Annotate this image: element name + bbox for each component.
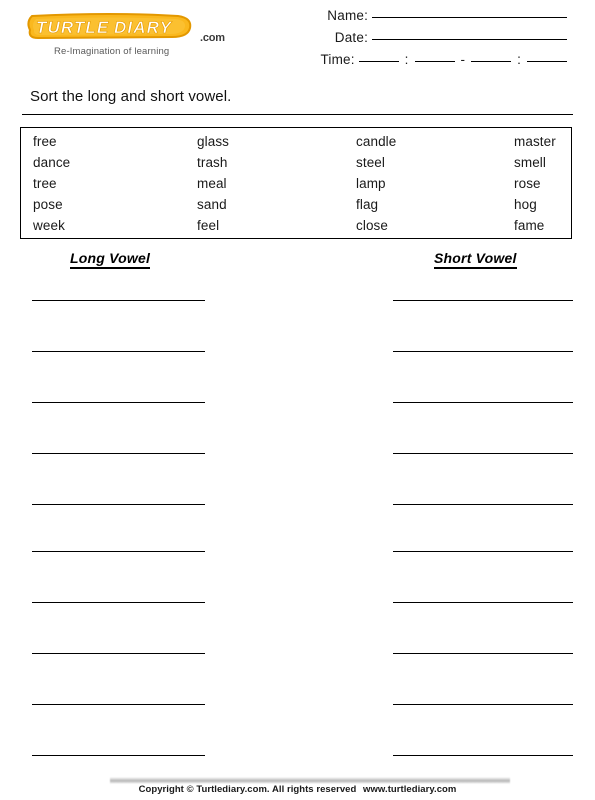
- name-label: Name:: [327, 8, 369, 23]
- word-bank-item[interactable]: master: [514, 134, 556, 149]
- long-vowel-answer-line[interactable]: [32, 453, 205, 454]
- time-separator-3: :: [517, 52, 522, 67]
- turtle-diary-logo[interactable]: TURTLE DIARY .com Re-Imagination of lear…: [22, 10, 232, 62]
- date-field-row: Date:: [267, 30, 567, 45]
- short-vowel-answer-line[interactable]: [393, 755, 573, 756]
- time-separator-2: -: [460, 52, 466, 67]
- word-bank-item[interactable]: fame: [514, 218, 544, 233]
- logo-wordmark-icon: TURTLE DIARY: [27, 13, 192, 39]
- word-bank-item[interactable]: hog: [514, 197, 537, 212]
- instruction-text: Sort the long and short vowel.: [30, 88, 232, 105]
- svg-text:TURTLE: TURTLE: [36, 18, 109, 37]
- student-info-fields: Name: Date: Time: : - :: [267, 8, 567, 74]
- long-vowel-answer-line[interactable]: [32, 602, 205, 603]
- word-bank-item[interactable]: sand: [197, 197, 227, 212]
- long-vowel-header: Long Vowel: [70, 250, 151, 269]
- time-field-row: Time: : - :: [267, 52, 567, 67]
- long-vowel-answer-line[interactable]: [32, 653, 205, 654]
- short-vowel-answer-line[interactable]: [393, 551, 573, 552]
- time-end-minute-blank[interactable]: [527, 61, 567, 62]
- word-bank-row: dance trash steel smell: [21, 155, 571, 176]
- time-label: Time:: [320, 52, 355, 67]
- short-vowel-answer-line[interactable]: [393, 351, 573, 352]
- footer-url[interactable]: www.turtlediary.com: [359, 784, 456, 795]
- word-bank-item[interactable]: tree: [33, 176, 57, 191]
- long-vowel-answer-line[interactable]: [32, 402, 205, 403]
- answer-lines-area: [0, 0, 595, 800]
- short-vowel-answer-line[interactable]: [393, 704, 573, 705]
- time-start-minute-blank[interactable]: [414, 61, 455, 62]
- word-bank-item[interactable]: rose: [514, 176, 541, 191]
- word-bank-item[interactable]: steel: [356, 155, 385, 170]
- short-vowel-answer-line[interactable]: [393, 653, 573, 654]
- long-vowel-answer-line[interactable]: [32, 504, 205, 505]
- short-vowel-answer-line[interactable]: [393, 402, 573, 403]
- word-bank-box: free glass candle master dance trash steel smel…: [20, 127, 572, 239]
- footer: Copyright © Turtlediary.com. All rights …: [0, 784, 595, 795]
- time-separator-1: :: [404, 52, 409, 67]
- word-bank-row: week feel close fame: [21, 218, 571, 239]
- word-bank-item[interactable]: feel: [197, 218, 219, 233]
- word-bank-item[interactable]: free: [33, 134, 57, 149]
- short-vowel-answer-line[interactable]: [393, 504, 573, 505]
- short-vowel-header: Short Vowel: [434, 250, 517, 269]
- svg-text:DIARY: DIARY: [114, 18, 173, 37]
- word-bank-item[interactable]: dance: [33, 155, 70, 170]
- word-bank-item[interactable]: close: [356, 218, 388, 233]
- header-divider-rule: [22, 114, 573, 115]
- long-vowel-answer-line[interactable]: [32, 755, 205, 756]
- logo-dotcom-text: .com: [200, 32, 225, 44]
- page-header: TURTLE DIARY .com Re-Imagination of lear…: [0, 0, 595, 80]
- long-vowel-answer-line[interactable]: [32, 351, 205, 352]
- name-input-blank[interactable]: [372, 17, 567, 18]
- word-bank-item[interactable]: pose: [33, 197, 63, 212]
- short-vowel-answer-line[interactable]: [393, 453, 573, 454]
- long-vowel-answer-line[interactable]: [32, 551, 205, 552]
- word-bank-item[interactable]: flag: [356, 197, 378, 212]
- word-bank-item[interactable]: lamp: [356, 176, 386, 191]
- word-bank-item[interactable]: glass: [197, 134, 229, 149]
- footer-shadow-bar: [110, 777, 510, 784]
- copyright-text: Copyright © Turtlediary.com. All rights …: [138, 784, 357, 795]
- word-bank-item[interactable]: candle: [356, 134, 396, 149]
- word-bank-grid: free glass candle master dance trash steel smel…: [21, 128, 571, 238]
- long-vowel-answer-line[interactable]: [32, 300, 205, 301]
- worksheet-page: TURTLE DIARY .com Re-Imagination of lear…: [0, 0, 595, 800]
- short-vowel-answer-line[interactable]: [393, 300, 573, 301]
- word-bank-item[interactable]: meal: [197, 176, 227, 191]
- word-bank-item[interactable]: trash: [197, 155, 228, 170]
- name-field-row: Name:: [267, 8, 567, 23]
- logo-tagline: Re-Imagination of learning: [54, 46, 170, 57]
- logo-badge: TURTLE DIARY: [22, 10, 197, 44]
- time-start-hour-blank[interactable]: [358, 61, 399, 62]
- time-end-hour-blank[interactable]: [471, 61, 512, 62]
- date-input-blank[interactable]: [372, 39, 567, 40]
- long-vowel-answer-line[interactable]: [32, 704, 205, 705]
- word-bank-item[interactable]: smell: [514, 155, 546, 170]
- word-bank-row: tree meal lamp rose: [21, 176, 571, 197]
- word-bank-item[interactable]: week: [33, 218, 65, 233]
- word-bank-row: pose sand flag hog: [21, 197, 571, 218]
- date-label: Date:: [334, 30, 369, 45]
- word-bank-row: free glass candle master: [21, 134, 571, 155]
- short-vowel-answer-line[interactable]: [393, 602, 573, 603]
